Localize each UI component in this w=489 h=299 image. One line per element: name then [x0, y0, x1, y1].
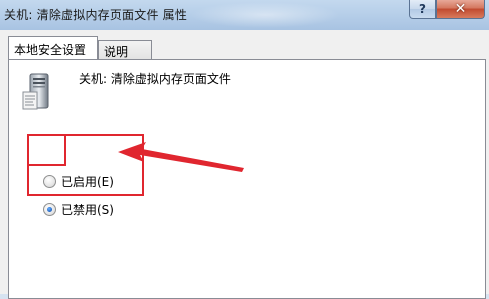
close-icon: ✕ [454, 1, 467, 17]
help-icon: ? [419, 2, 426, 16]
title-bar: 关机: 清除虚拟内存页面文件 属性 ? ✕ [0, 0, 489, 30]
help-button[interactable]: ? [409, 0, 436, 19]
policy-name: 关机: 清除虚拟内存页面文件 [79, 72, 231, 86]
close-button[interactable]: ✕ [436, 0, 485, 19]
tab-explain[interactable]: 说明 [98, 40, 152, 59]
window-title: 关机: 清除虚拟内存页面文件 属性 [4, 8, 188, 22]
annotation-arrow-icon [118, 142, 244, 172]
disabled-radio[interactable] [43, 203, 56, 216]
server-policy-icon [22, 73, 49, 110]
tab-explain-label: 说明 [104, 45, 129, 59]
disabled-option[interactable]: 已禁用(S) [43, 201, 114, 218]
disabled-label: 已禁用(S) [61, 203, 114, 217]
title-glow [190, 2, 340, 28]
annotation-box-enabled-radio [27, 134, 66, 166]
tab-local-security-setting-label: 本地安全设置 [14, 43, 87, 57]
tab-local-security-setting[interactable]: 本地安全设置 [8, 36, 98, 59]
